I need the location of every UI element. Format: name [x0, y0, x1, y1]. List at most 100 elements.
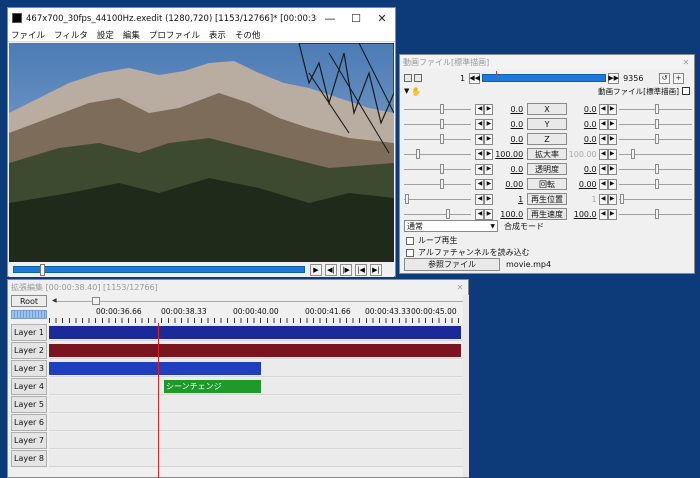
- decrement-button[interactable]: ◀: [598, 193, 608, 205]
- menu-file[interactable]: ファイル: [11, 29, 45, 41]
- param-slider-right[interactable]: [617, 193, 694, 205]
- param-value-right[interactable]: 0.00: [567, 180, 597, 189]
- param-slider-left[interactable]: [402, 133, 473, 145]
- go-start-icon[interactable]: |◀: [355, 263, 367, 276]
- alpha-checkbox[interactable]: [406, 248, 414, 257]
- increment-button[interactable]: ▶: [484, 103, 494, 115]
- increment-button[interactable]: ▶: [607, 193, 617, 205]
- time-ruler[interactable]: 00:00:36.66 00:00:38.33 00:00:40.00 00:0…: [49, 307, 466, 323]
- param-slider-left[interactable]: [402, 208, 473, 220]
- param-slider-right[interactable]: [617, 163, 694, 175]
- layer-track[interactable]: [49, 450, 467, 467]
- hand-icon[interactable]: ✋: [411, 87, 421, 96]
- increment-button[interactable]: ▶: [484, 178, 494, 190]
- decrement-button[interactable]: ◀: [475, 148, 485, 160]
- zoom-slider[interactable]: ◀: [52, 297, 466, 305]
- increment-button[interactable]: ▶: [607, 103, 617, 115]
- param-button-opacity[interactable]: 透明度: [527, 163, 567, 175]
- add-filter-button[interactable]: +: [673, 72, 685, 84]
- param-slider-right[interactable]: [617, 133, 694, 145]
- param-slider-left[interactable]: [402, 118, 473, 130]
- decrement-button[interactable]: ◀: [598, 118, 608, 130]
- param-button-x[interactable]: X: [527, 103, 567, 115]
- film-icon[interactable]: [404, 74, 412, 82]
- param-slider-left[interactable]: [402, 148, 473, 160]
- increment-button[interactable]: ▶: [607, 163, 617, 175]
- decrement-button[interactable]: ◀: [598, 163, 608, 175]
- layer-track[interactable]: [49, 342, 467, 359]
- layer-header[interactable]: Layer 6: [11, 414, 47, 431]
- vertical-scrollbar[interactable]: [463, 295, 469, 477]
- copy-icon[interactable]: [414, 74, 422, 82]
- param-value[interactable]: 0.0: [493, 120, 523, 129]
- param-value-right[interactable]: 100.0: [567, 210, 597, 219]
- decrement-button[interactable]: ◀: [475, 163, 485, 175]
- dialog-titlebar[interactable]: 動画ファイル[標準描画] ✕: [400, 55, 694, 69]
- timeline-overview[interactable]: [11, 310, 47, 319]
- increment-button[interactable]: ▶: [607, 133, 617, 145]
- timeline-close-button[interactable]: ✕: [452, 283, 468, 292]
- increment-button[interactable]: ▶: [607, 178, 617, 190]
- reference-file-button[interactable]: 参照ファイル: [404, 258, 500, 271]
- decrement-button[interactable]: ◀: [598, 103, 608, 115]
- video-clip[interactable]: [49, 362, 261, 375]
- increment-button[interactable]: ▶: [484, 133, 494, 145]
- param-value[interactable]: 1: [493, 195, 523, 204]
- frame-forward-button[interactable]: ▶▶: [608, 72, 620, 84]
- param-value[interactable]: 0.00: [493, 180, 523, 189]
- dialog-close-button[interactable]: ✕: [678, 58, 694, 67]
- menu-view[interactable]: 表示: [209, 29, 226, 41]
- param-value[interactable]: 0.0: [493, 165, 523, 174]
- param-value-right[interactable]: 0.0: [567, 120, 597, 129]
- layer-track[interactable]: [49, 414, 467, 431]
- increment-button[interactable]: ▶: [607, 148, 617, 160]
- collapse-icon[interactable]: ▼: [404, 87, 409, 95]
- playhead-cursor[interactable]: [158, 323, 159, 478]
- increment-button[interactable]: ▶: [484, 163, 494, 175]
- param-slider-right[interactable]: [617, 103, 694, 115]
- menu-profile[interactable]: プロファイル: [149, 29, 200, 41]
- menu-filter[interactable]: フィルタ: [54, 29, 88, 41]
- increment-button[interactable]: ▶: [484, 148, 494, 160]
- layer-header[interactable]: Layer 5: [11, 396, 47, 413]
- param-value-right[interactable]: 0.0: [567, 105, 597, 114]
- layer-track[interactable]: [49, 360, 467, 377]
- menu-edit[interactable]: 編集: [123, 29, 140, 41]
- increment-button[interactable]: ▶: [484, 193, 494, 205]
- param-slider-left[interactable]: [402, 193, 473, 205]
- root-button[interactable]: Root: [11, 295, 47, 307]
- audio-clip[interactable]: [49, 344, 461, 357]
- layer-header[interactable]: Layer 1: [11, 324, 47, 341]
- increment-button[interactable]: ▶: [484, 208, 494, 220]
- maximize-button[interactable]: ☐: [343, 8, 369, 28]
- param-button-scale[interactable]: 拡大率: [527, 148, 567, 160]
- param-slider-right[interactable]: [617, 118, 694, 130]
- close-button[interactable]: ✕: [369, 8, 395, 28]
- layer-track[interactable]: [49, 396, 467, 413]
- param-value[interactable]: 100.0: [493, 210, 523, 219]
- timeline-titlebar[interactable]: 拡張編集 [00:00:38.40] [1153/12766] ✕: [8, 280, 468, 294]
- video-clip[interactable]: [49, 326, 461, 339]
- zoom-thumb[interactable]: [92, 297, 100, 305]
- decrement-button[interactable]: ◀: [598, 148, 608, 160]
- next-frame-icon[interactable]: |▶: [340, 263, 352, 276]
- layer-header[interactable]: Layer 7: [11, 432, 47, 449]
- minimize-button[interactable]: —: [317, 8, 343, 28]
- decrement-button[interactable]: ◀: [475, 118, 485, 130]
- frame-rewind-button[interactable]: ◀◀: [469, 72, 481, 84]
- prev-frame-icon[interactable]: ◀|: [325, 263, 337, 276]
- increment-button[interactable]: ▶: [484, 118, 494, 130]
- param-slider-right[interactable]: [617, 208, 694, 220]
- param-button-playback-speed[interactable]: 再生速度: [527, 208, 567, 220]
- decrement-button[interactable]: ◀: [475, 193, 485, 205]
- loop-checkbox[interactable]: [406, 236, 414, 245]
- param-slider-right[interactable]: [617, 178, 694, 190]
- main-titlebar[interactable]: 467x700_30fps_44100Hz.exedit (1280,720) …: [8, 8, 395, 28]
- param-slider-left[interactable]: [402, 163, 473, 175]
- increment-button[interactable]: ▶: [607, 208, 617, 220]
- decrement-button[interactable]: ◀: [475, 178, 485, 190]
- decrement-button[interactable]: ◀: [475, 208, 485, 220]
- blend-mode-select[interactable]: 通常 ▼: [404, 220, 498, 232]
- filter-enable-checkbox[interactable]: [682, 87, 690, 95]
- menu-other[interactable]: その他: [235, 29, 261, 41]
